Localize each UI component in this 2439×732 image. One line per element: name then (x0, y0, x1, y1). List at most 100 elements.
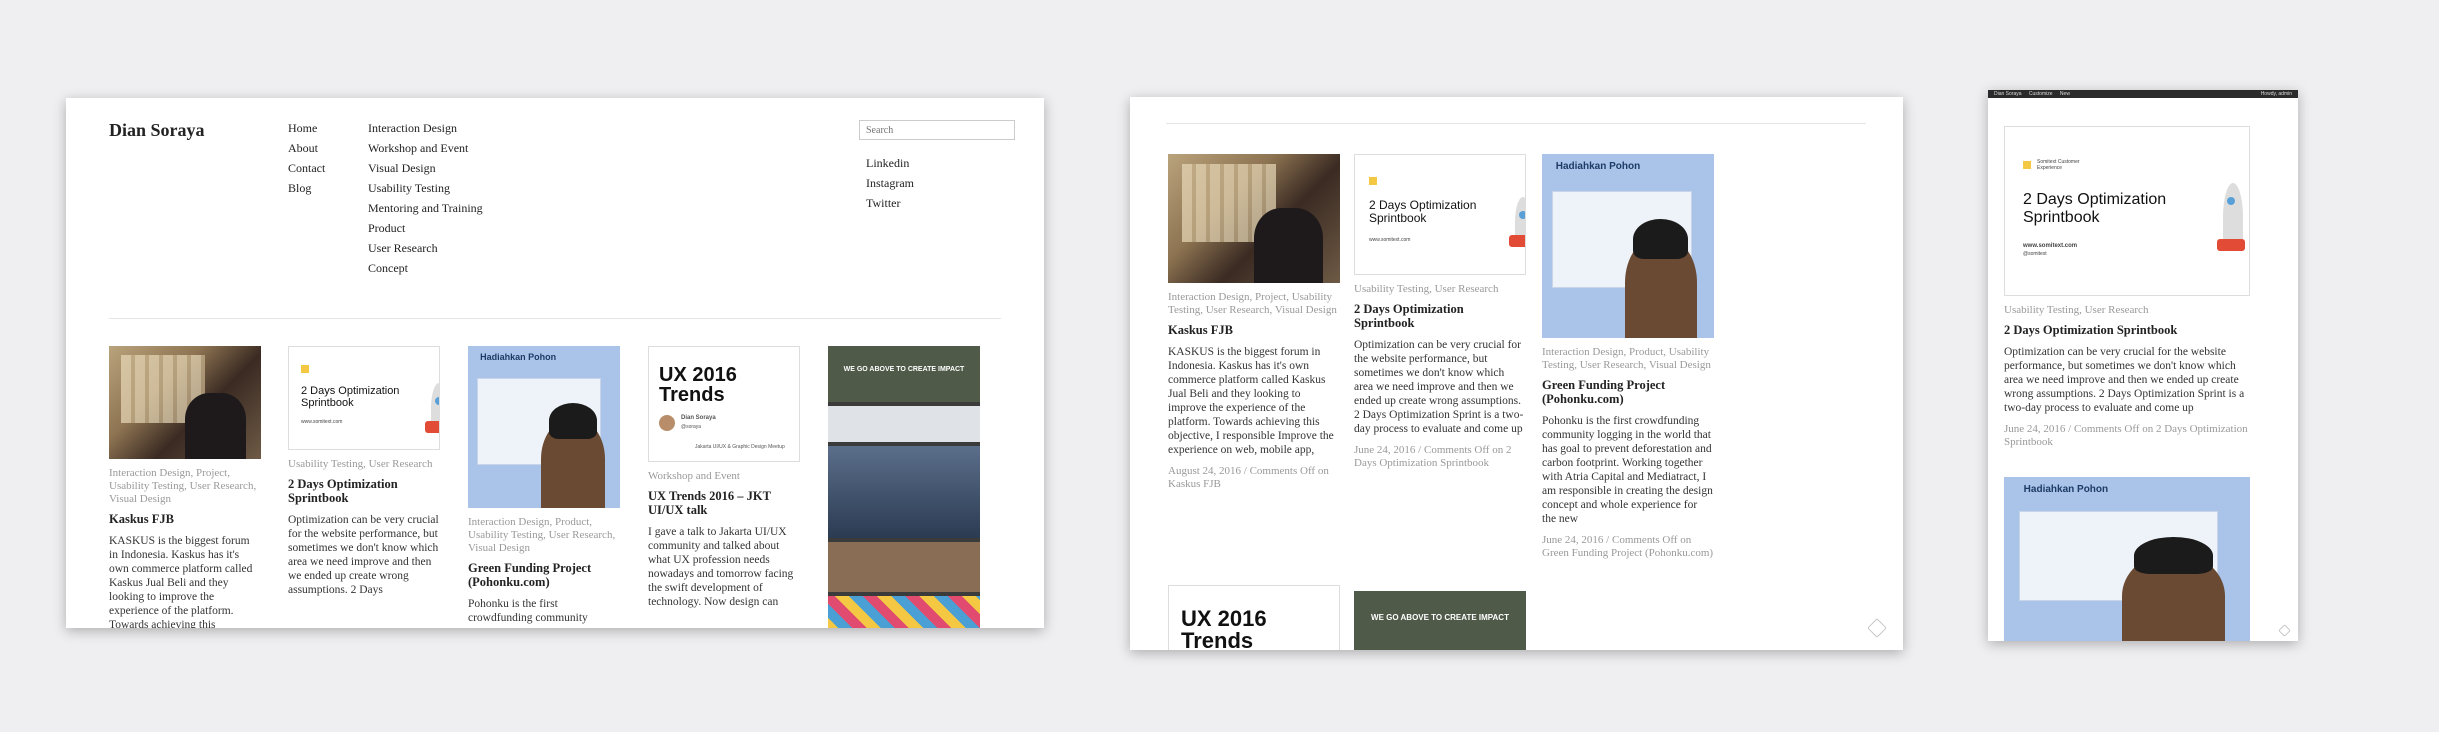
post-categories[interactable]: Workshop and Event (648, 470, 800, 483)
site-title[interactable]: Dian Soraya (109, 120, 205, 141)
post-thumbnail[interactable]: Somitext Customer Experience 2 Days Opti… (2004, 126, 2250, 296)
post-categories[interactable]: Usability Testing, User Research (288, 458, 440, 471)
post-card: Interaction Design, Project, Usability T… (109, 346, 261, 628)
nav-contact[interactable]: Contact (288, 158, 325, 178)
admin-user[interactable]: Howdy, admin (2261, 90, 2292, 98)
thumb-title: 2 Days Optimization Sprintbook (2023, 191, 2167, 226)
post-thumbnail[interactable]: Hadiahkan Pohon (1542, 154, 1714, 338)
post-card: Hadiahkan Pohon Interaction Design, Prod… (468, 346, 620, 625)
post-thumbnail[interactable]: Hadiahkan Pohon (468, 346, 620, 508)
mobile-screenshot: Dian Soraya Customize New Howdy, admin S… (1988, 90, 2298, 641)
post-title[interactable]: UX Trends 2016 – JKT UI/UX talk (648, 489, 800, 517)
thumb-banner: WE GO ABOVE TO CREATE IMPACT (1371, 613, 1509, 622)
sprint-logo-icon (301, 365, 309, 373)
admin-new-link[interactable]: New (2060, 91, 2070, 97)
thumb-url: www.somitext.com (2023, 243, 2078, 249)
nav-home[interactable]: Home (288, 118, 325, 138)
primary-nav: Home About Contact Blog (288, 118, 325, 198)
post-title[interactable]: Green Funding Project (Pohonku.com) (1542, 378, 1714, 406)
nav-mentoring-and-training[interactable]: Mentoring and Training (368, 198, 483, 218)
post-categories[interactable]: Interaction Design, Product, Usability T… (1542, 346, 1714, 372)
admin-bar: Dian Soraya Customize New Howdy, admin (1988, 90, 2298, 98)
thumb-title: 2 Days Optimization Sprintbook (301, 385, 400, 410)
post-thumbnail[interactable]: UX 2016 Trends (1168, 585, 1340, 650)
rocket-icon (1509, 197, 1525, 247)
post-thumbnail[interactable]: 2 Days Optimization Sprintbook www.somit… (1354, 154, 1526, 275)
post-title[interactable]: Kaskus FJB (1168, 323, 1340, 337)
nav-interaction-design[interactable]: Interaction Design (368, 118, 483, 138)
post-title[interactable]: 2 Days Optimization Sprintbook (1354, 302, 1526, 330)
thumb-url: www.somitext.com (1369, 237, 1411, 243)
thumb-photo (828, 406, 980, 442)
nav-product[interactable]: Product (368, 218, 483, 238)
thumb-handle: @soraya (681, 424, 702, 430)
thumb-photo (828, 446, 980, 538)
post-categories[interactable]: Usability Testing, User Research (2004, 304, 2250, 317)
post-date[interactable]: June 24, 2016 (1354, 444, 1415, 456)
admin-site-link[interactable]: Dian Soraya (1994, 91, 2022, 97)
thumb-handle: @somitext (2023, 251, 2047, 257)
post-meta: June 24, 2016 / Comments Off on 2 Days O… (2004, 423, 2248, 448)
social-links: Linkedin Instagram Twitter (866, 153, 914, 213)
nav-blog[interactable]: Blog (288, 178, 325, 198)
linkedin-link[interactable]: Linkedin (866, 153, 914, 173)
edit-shortcut-icon[interactable] (2278, 624, 2291, 637)
post-thumbnail[interactable]: UX 2016 Trends Dian Soraya @soraya Jakar… (648, 346, 800, 462)
post-thumbnail[interactable]: 2 Days Optimization Sprintbook www.somit… (288, 346, 440, 450)
nav-visual-design[interactable]: Visual Design (368, 158, 483, 178)
instagram-link[interactable]: Instagram (866, 173, 914, 193)
search-input[interactable] (859, 120, 1015, 140)
post-date[interactable]: August 24, 2016 (1168, 465, 1241, 477)
post-date[interactable]: June 24, 2016 (1542, 534, 1603, 546)
post-excerpt: KASKUS is the biggest forum in Indonesia… (1168, 346, 1334, 456)
post-thumbnail[interactable] (1168, 154, 1340, 283)
post-meta: August 24, 2016 / Comments Off on Kaskus… (1168, 465, 1329, 490)
post-thumbnail[interactable]: WE GO ABOVE TO CREATE IMPACT (828, 346, 980, 628)
post-card: Interaction Design, Project, Usability T… (1168, 154, 1340, 491)
post-categories[interactable]: Interaction Design, Project, Usability T… (109, 467, 261, 506)
thumb-photo (828, 346, 980, 402)
thumb-title: Hadiahkan Pohon (480, 352, 557, 363)
avatar (659, 415, 675, 431)
thumb-title: Hadiahkan Pohon (1555, 161, 1641, 173)
post-title[interactable]: Kaskus FJB (109, 512, 261, 526)
post-thumbnail[interactable] (109, 346, 261, 459)
post-card: 2 Days Optimization Sprintbook www.somit… (1354, 154, 1526, 470)
nav-usability-testing[interactable]: Usability Testing (368, 178, 483, 198)
post-title[interactable]: 2 Days Optimization Sprintbook (2004, 323, 2250, 337)
nav-user-research[interactable]: User Research (368, 238, 483, 258)
thumb-person (540, 402, 605, 508)
twitter-link[interactable]: Twitter (866, 193, 914, 213)
post-card: WE GO ABOVE TO CREATE IMPACT (828, 346, 980, 628)
post-categories[interactable]: Interaction Design, Project, Usability T… (1168, 291, 1340, 317)
nav-concept[interactable]: Concept (368, 258, 483, 278)
post-excerpt: Optimization can be very crucial for the… (2004, 346, 2245, 414)
post-title[interactable]: Green Funding Project (Pohonku.com) (468, 561, 620, 589)
tablet-screenshot: Interaction Design, Project, Usability T… (1130, 97, 1903, 650)
post-categories[interactable]: Usability Testing, User Research (1354, 283, 1526, 296)
thumb-title: 2 Days Optimization Sprintbook (1369, 198, 1477, 226)
post-thumbnail[interactable]: Hadiahkan Pohon (2004, 477, 2250, 641)
thumb-photo (828, 542, 980, 592)
rocket-icon (425, 383, 439, 433)
post-meta: June 24, 2016 / Comments Off on Green Fu… (1542, 534, 1714, 559)
thumb-event: Jakarta UI/UX & Graphic Design Meetup (695, 444, 785, 450)
post-title[interactable]: 2 Days Optimization Sprintbook (288, 477, 440, 505)
post-categories[interactable]: Interaction Design, Product, Usability T… (468, 516, 620, 555)
divider (1166, 123, 1866, 124)
thumb-url: www.somitext.com (301, 419, 343, 425)
thumb-person (2122, 536, 2226, 641)
rocket-icon (2217, 183, 2245, 251)
post-date[interactable]: June 24, 2016 (2004, 423, 2065, 435)
post-thumbnail[interactable]: WE GO ABOVE TO CREATE IMPACT (1354, 591, 1526, 650)
post-excerpt: Optimization can be very crucial for the… (1354, 339, 1524, 435)
nav-about[interactable]: About (288, 138, 325, 158)
desktop-screenshot: Dian Soraya Home About Contact Blog Inte… (66, 98, 1044, 628)
thumb-brand: Somitext Customer Experience (2037, 159, 2080, 171)
admin-customize-link[interactable]: Customize (2029, 91, 2053, 97)
post-excerpt: Pohonku is the first crowdfunding commun… (468, 598, 588, 624)
nav-workshop-and-event[interactable]: Workshop and Event (368, 138, 483, 158)
thumb-photo (828, 596, 980, 628)
edit-shortcut-icon[interactable] (1867, 618, 1887, 638)
post-excerpt: Optimization can be very crucial for the… (288, 514, 439, 596)
